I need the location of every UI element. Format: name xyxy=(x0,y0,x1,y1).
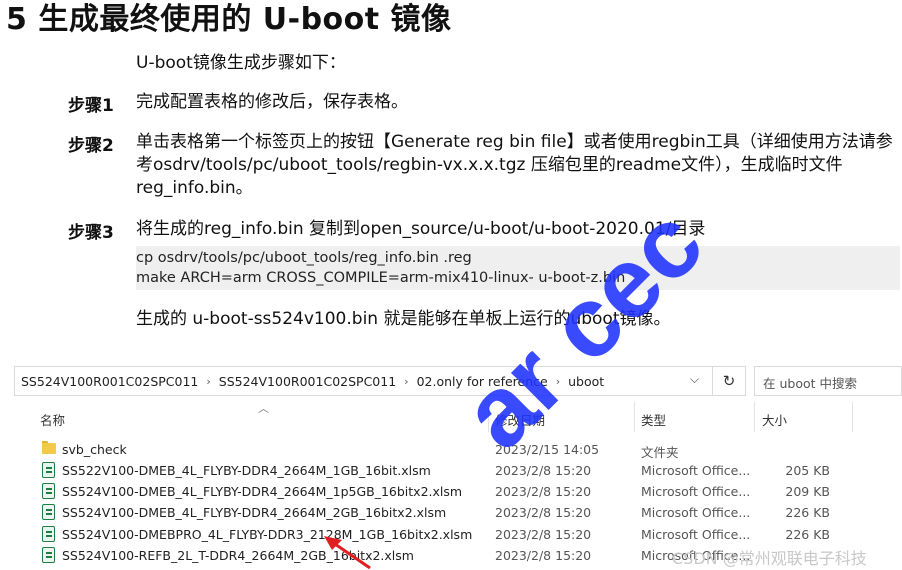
file-size: 209 KB xyxy=(785,484,830,499)
breadcrumb-item[interactable]: SS524V100R001C02SPC011 xyxy=(219,374,396,389)
breadcrumb-item[interactable]: SS524V100R001C02SPC011 xyxy=(21,374,198,389)
file-date: 2023/2/8 15:20 xyxy=(495,484,592,499)
step-3-text: 将生成的reg_info.bin 复制到open_source/u-boot/u… xyxy=(136,219,706,239)
code-line-2: make ARCH=arm CROSS_COMPILE=arm-mix410-l… xyxy=(136,270,626,286)
column-divider[interactable] xyxy=(852,402,853,432)
breadcrumb-item[interactable]: uboot xyxy=(568,374,604,389)
column-divider[interactable] xyxy=(634,402,635,432)
file-row[interactable]: svb_check 2023/2/15 14:05 文件夹 xyxy=(14,439,902,460)
search-input[interactable]: 在 uboot 中搜索 xyxy=(754,366,902,396)
file-name: SS524V100-DMEB_4L_FLYBY-DDR4_2664M_1p5GB… xyxy=(62,484,463,499)
file-name: SS524V100-DMEB_4L_FLYBY-DDR4_2664M_2GB_1… xyxy=(62,505,447,520)
refresh-icon: ↻ xyxy=(722,372,736,390)
file-date: 2023/2/8 15:20 xyxy=(495,505,592,520)
excel-file-icon xyxy=(42,547,56,563)
file-name: svb_check xyxy=(62,442,127,457)
file-date: 2023/2/15 14:05 xyxy=(495,442,600,457)
file-date: 2023/2/8 15:20 xyxy=(495,548,592,563)
credit-watermark: CSDN @常州观联电子科技 xyxy=(672,549,867,568)
file-date: 2023/2/8 15:20 xyxy=(495,463,592,478)
step-2-label: 步骤2 xyxy=(68,136,114,156)
column-divider[interactable] xyxy=(488,402,489,432)
file-row[interactable]: SS524V100-DMEB_4L_FLYBY-DDR4_2664M_1p5GB… xyxy=(14,481,902,502)
chevron-down-icon[interactable]: ⌵ xyxy=(690,372,699,387)
section-title: 5 生成最终使用的 U-boot 镜像 xyxy=(6,2,452,37)
refresh-button[interactable]: ↻ xyxy=(712,366,746,396)
file-row[interactable]: SS522V100-DMEB_4L_FLYBY-DDR4_2664M_1GB_1… xyxy=(14,460,902,481)
folder-icon xyxy=(42,441,56,457)
file-size: 205 KB xyxy=(785,463,830,478)
chevron-right-icon: › xyxy=(404,374,409,388)
file-name: SS524V100-REFB_2L_T-DDR4_2664M_2GB_16bit… xyxy=(62,548,414,563)
excel-file-icon xyxy=(42,462,56,478)
chevron-right-icon: › xyxy=(555,374,561,388)
file-explorer: SS524V100R001C02SPC011 › SS524V100R001C0… xyxy=(14,362,902,570)
file-row[interactable]: SS524V100-DMEBPRO_4L_FLYBY-DDR3_2128M_1G… xyxy=(14,524,902,545)
excel-file-icon xyxy=(42,526,56,542)
file-date: 2023/2/8 15:20 xyxy=(495,527,592,542)
file-name: SS524V100-DMEBPRO_4L_FLYBY-DDR3_2128M_1G… xyxy=(62,527,473,542)
breadcrumb-item[interactable]: 02.only for reference xyxy=(417,374,548,389)
excel-file-icon xyxy=(42,483,56,499)
excel-file-icon xyxy=(42,504,56,520)
step-2-text: 单击表格第一个标签页上的按钮【Generate reg bin file】或者使… xyxy=(136,132,893,198)
column-header-date[interactable]: 修改日期 xyxy=(495,410,545,429)
file-size: 226 KB xyxy=(785,505,830,520)
chevron-right-icon: › xyxy=(206,374,211,388)
result-text: 生成的 u-boot-ss524v100.bin 就是能够在单板上运行的uboo… xyxy=(136,309,671,329)
column-header-type[interactable]: 类型 xyxy=(641,410,666,429)
file-row[interactable]: SS524V100-DMEB_4L_FLYBY-DDR4_2664M_2GB_1… xyxy=(14,502,902,523)
column-header-name[interactable]: 名称 xyxy=(40,410,65,429)
intro-text: U-boot镜像生成步骤如下： xyxy=(136,53,346,73)
step-1-label: 步骤1 xyxy=(68,96,114,116)
file-size: 226 KB xyxy=(785,527,830,542)
step-3-label: 步骤3 xyxy=(68,223,114,243)
code-block: cp osdrv/tools/pc/uboot_tools/reg_info.b… xyxy=(136,246,900,290)
file-name: SS522V100-DMEB_4L_FLYBY-DDR4_2664M_1GB_1… xyxy=(62,463,431,478)
column-header-size[interactable]: 大小 xyxy=(762,410,787,429)
file-type: 文件夹 xyxy=(641,445,679,460)
sort-up-icon: ︿ xyxy=(258,402,269,415)
code-line-1: cp osdrv/tools/pc/uboot_tools/reg_info.b… xyxy=(136,250,472,266)
step-1-text: 完成配置表格的修改后，保存表格。 xyxy=(136,92,408,112)
column-divider[interactable] xyxy=(754,402,755,432)
address-bar[interactable]: SS524V100R001C02SPC011 › SS524V100R001C0… xyxy=(14,366,732,396)
